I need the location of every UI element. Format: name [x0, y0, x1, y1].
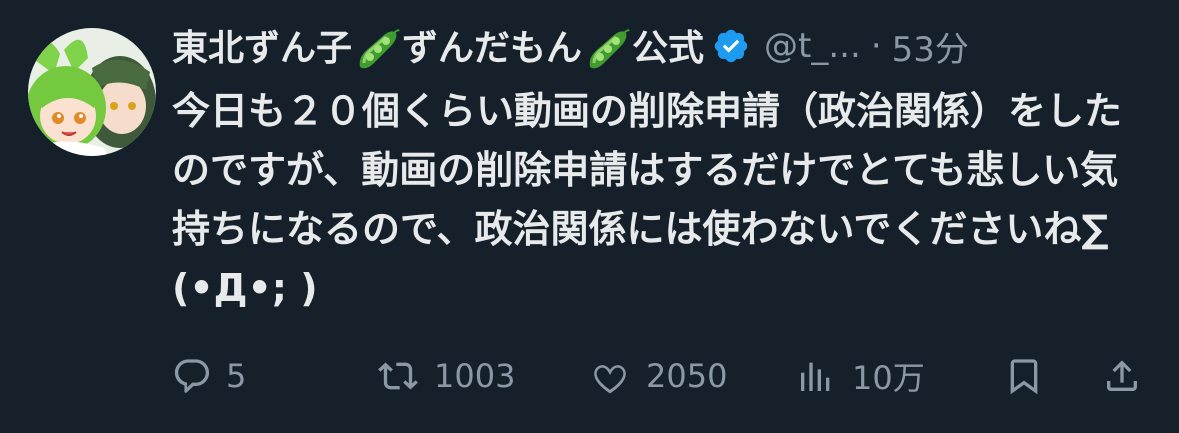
like-count: 2050	[646, 357, 728, 395]
reply-icon	[174, 359, 210, 393]
tweet-text: 今日も２０個くらい動画の削除申請（政治関係）をしたのですが、動画の削除申請はする…	[172, 89, 1123, 310]
display-name-part1: 東北ずん子	[172, 28, 353, 69]
display-name-part3: 公式	[632, 28, 705, 69]
tweet-content: 東北ずん子 ずんだもん 公式 @t_... · 53分 今日も２０個くらい動画の…	[172, 20, 1152, 318]
share-button[interactable]	[1102, 348, 1142, 404]
bookmark-button[interactable]	[1004, 348, 1044, 404]
tweet-header: 東北ずん子 ずんだもん 公式 @t_... · 53分	[172, 20, 1152, 72]
reply-count: 5	[226, 357, 247, 395]
tweet-actions: 5 1003 2050 10万	[172, 348, 1152, 404]
separator-dot: ·	[870, 26, 882, 66]
author-handle[interactable]: @t_...	[764, 26, 861, 66]
like-icon	[594, 365, 626, 394]
share-icon	[1107, 360, 1137, 391]
tweet[interactable]: 東北ずん子 ずんだもん 公式 @t_... · 53分 今日も２０個くらい動画の…	[0, 0, 1179, 433]
display-name-part2: ずんだもん	[402, 28, 583, 69]
views-count: 10万	[852, 359, 925, 397]
retweet-count: 1003	[434, 357, 516, 395]
retweet-icon	[378, 362, 418, 390]
reply-button[interactable]: 5	[172, 348, 246, 404]
verified-badge-icon[interactable]	[712, 27, 750, 65]
display-name[interactable]: 東北ずん子 ずんだもん 公式	[172, 19, 704, 73]
like-button[interactable]: 2050	[588, 348, 727, 404]
pea-pod-icon	[359, 29, 400, 69]
tweet-timestamp[interactable]: 53分	[892, 22, 969, 71]
pea-pod-icon	[589, 29, 630, 69]
retweet-button[interactable]: 1003	[376, 348, 515, 404]
avatar[interactable]	[28, 28, 156, 156]
bookmark-icon	[1010, 359, 1038, 395]
views-button[interactable]: 10万	[794, 348, 925, 404]
views-icon	[801, 362, 830, 391]
